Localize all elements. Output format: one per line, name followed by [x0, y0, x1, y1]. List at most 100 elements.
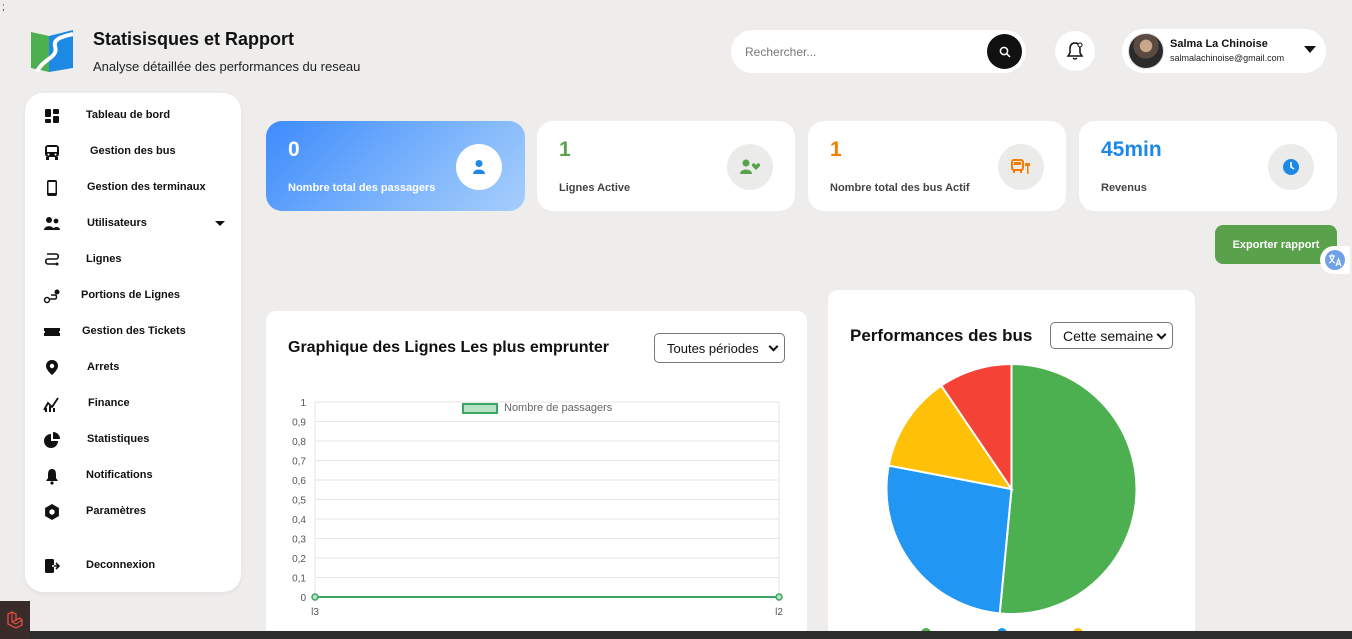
user-heart-icon — [740, 159, 761, 174]
logout-icon — [45, 559, 61, 573]
x-tick-label: l2 — [775, 607, 783, 618]
stat-icon-wrapper — [727, 144, 773, 190]
sidebar-item-tableau-de-bord[interactable]: Tableau de bord — [25, 101, 241, 129]
taskbar — [0, 631, 1352, 639]
clock-icon — [1283, 159, 1299, 175]
stat-card-lignes: 1 Lignes Active — [537, 121, 795, 211]
y-tick-label: 0,3 — [292, 535, 306, 546]
sidebar-item-gestion-des-terminaux[interactable]: Gestion des terminaux — [25, 173, 241, 201]
stat-label: Lignes Active — [559, 182, 631, 194]
sidebar-item-gestion-des-tickets[interactable]: Gestion des Tickets — [25, 317, 241, 345]
sidebar-item-label: Notifications — [86, 469, 153, 481]
y-tick-label: 0 — [300, 593, 306, 604]
y-tick-label: 1 — [300, 398, 306, 409]
pie-slice — [885, 464, 1013, 615]
stat-value: 0 — [288, 138, 300, 161]
translate-icon — [1325, 250, 1345, 270]
finance-icon — [43, 397, 59, 412]
stat-value: 45min — [1101, 138, 1162, 161]
line-chart: 0 0,1 0,2 0,3 0,4 0,5 0,6 0,7 0,8 0,9 1 l3 l2 — [292, 398, 783, 618]
search-input[interactable] — [745, 44, 975, 59]
sidebar-item-portions-de-lignes[interactable]: Portions de Lignes — [25, 281, 241, 309]
stat-label: Revenus — [1101, 182, 1147, 194]
stat-icon-wrapper — [456, 144, 502, 190]
data-point — [775, 593, 783, 601]
y-tick-label: 0,8 — [292, 437, 306, 448]
map-pin-icon — [46, 360, 58, 375]
sidebar-item-parametres[interactable]: Paramètres — [25, 497, 241, 525]
path-icon — [43, 289, 60, 304]
notifications-button[interactable] — [1055, 31, 1095, 71]
sidebar-item-lignes[interactable]: Lignes — [25, 245, 241, 273]
y-tick-label: 0,1 — [292, 574, 306, 585]
pie-chart-icon — [44, 432, 60, 448]
stat-card-bus: 1 Nombre total des bus Actif — [808, 121, 1066, 211]
dashboard-icon — [45, 109, 59, 123]
laravel-icon — [7, 611, 23, 629]
bell-icon — [1066, 42, 1084, 60]
sidebar-item-label: Lignes — [86, 253, 122, 265]
page-subtitle: Analyse détaillée des performances du re… — [93, 59, 361, 74]
bus-stop-icon — [1011, 159, 1030, 174]
stat-icon-wrapper — [998, 144, 1044, 190]
users-icon — [44, 217, 60, 230]
user-icon — [473, 160, 485, 174]
gear-icon — [45, 504, 59, 520]
stat-card-revenus: 45min Revenus — [1079, 121, 1337, 211]
sidebar-item-deconnexion[interactable]: Deconnexion — [25, 551, 241, 579]
sidebar-item-label: Gestion des bus — [90, 145, 176, 157]
stat-icon-wrapper — [1268, 144, 1314, 190]
sidebar-item-finance[interactable]: Finance — [25, 389, 241, 417]
chevron-down-icon[interactable] — [215, 221, 225, 226]
search-icon — [999, 46, 1011, 58]
page-title: Statisisques et Rapport — [93, 29, 295, 49]
stray-character: ; — [2, 2, 5, 13]
mobile-icon — [47, 180, 57, 196]
sidebar-item-notifications[interactable]: Notifications — [25, 461, 241, 489]
sidebar-item-label: Gestion des Tickets — [82, 325, 186, 337]
y-tick-label: 0,5 — [292, 496, 306, 507]
sidebar-item-arrets[interactable]: Arrets — [25, 353, 241, 381]
pie-chart-panel: Performances des bus Cette semaine — [828, 290, 1195, 639]
y-tick-label: 0,7 — [292, 457, 306, 468]
bell-icon — [46, 469, 58, 485]
sidebar-item-label: Utilisateurs — [87, 217, 147, 229]
sidebar-item-label: Finance — [88, 397, 130, 409]
avatar — [1128, 33, 1164, 69]
sidebar-item-label: Tableau de bord — [86, 109, 171, 121]
stat-value: 1 — [559, 138, 571, 161]
y-tick-label: 0,4 — [292, 515, 306, 526]
user-email: salmalachinoise@gmail.com — [1170, 53, 1285, 63]
sidebar-item-label: Deconnexion — [86, 559, 156, 571]
stat-value: 1 — [830, 138, 842, 161]
data-point — [311, 593, 319, 601]
stat-label: Nombre total des bus Actif — [830, 182, 970, 194]
sidebar-item-label: Portions de Lignes — [81, 289, 181, 301]
sidebar: Tableau de bord Gestion des bus Gestion … — [25, 93, 241, 592]
route-icon — [44, 253, 60, 266]
sidebar-item-label: Arrets — [87, 361, 120, 373]
sidebar-item-label: Paramètres — [86, 505, 146, 517]
chevron-down-icon[interactable] — [1304, 46, 1316, 53]
ticket-icon — [44, 328, 60, 336]
pie-slice — [998, 362, 1138, 615]
y-tick-label: 0,6 — [292, 476, 306, 487]
line-chart-panel: Graphique des Lignes Les plus emprunter … — [266, 311, 807, 639]
pie-chart — [885, 362, 1138, 638]
stat-card-passagers: 0 Nombre total des passagers — [266, 121, 525, 211]
export-report-button[interactable]: Exporter rapport — [1215, 225, 1337, 264]
sidebar-item-gestion-des-bus[interactable]: Gestion des bus — [25, 137, 241, 165]
taskbar-app-button[interactable] — [0, 601, 30, 639]
sidebar-item-statistiques[interactable]: Statistiques — [25, 425, 241, 453]
sidebar-item-utilisateurs[interactable]: Utilisateurs — [25, 209, 241, 237]
stat-label: Nombre total des passagers — [288, 182, 436, 194]
bus-icon — [45, 145, 59, 160]
user-name: Salma La Chinoise — [1170, 38, 1268, 50]
search-button[interactable] — [987, 34, 1022, 69]
user-menu[interactable]: Salma La Chinoise salmalachinoise@gmail.… — [1122, 29, 1326, 73]
sidebar-item-label: Gestion des terminaux — [87, 181, 206, 193]
sidebar-item-label: Statistiques — [87, 433, 150, 445]
y-tick-label: 0,2 — [292, 554, 306, 565]
x-tick-label: l3 — [311, 607, 319, 618]
translate-button[interactable] — [1320, 246, 1350, 274]
